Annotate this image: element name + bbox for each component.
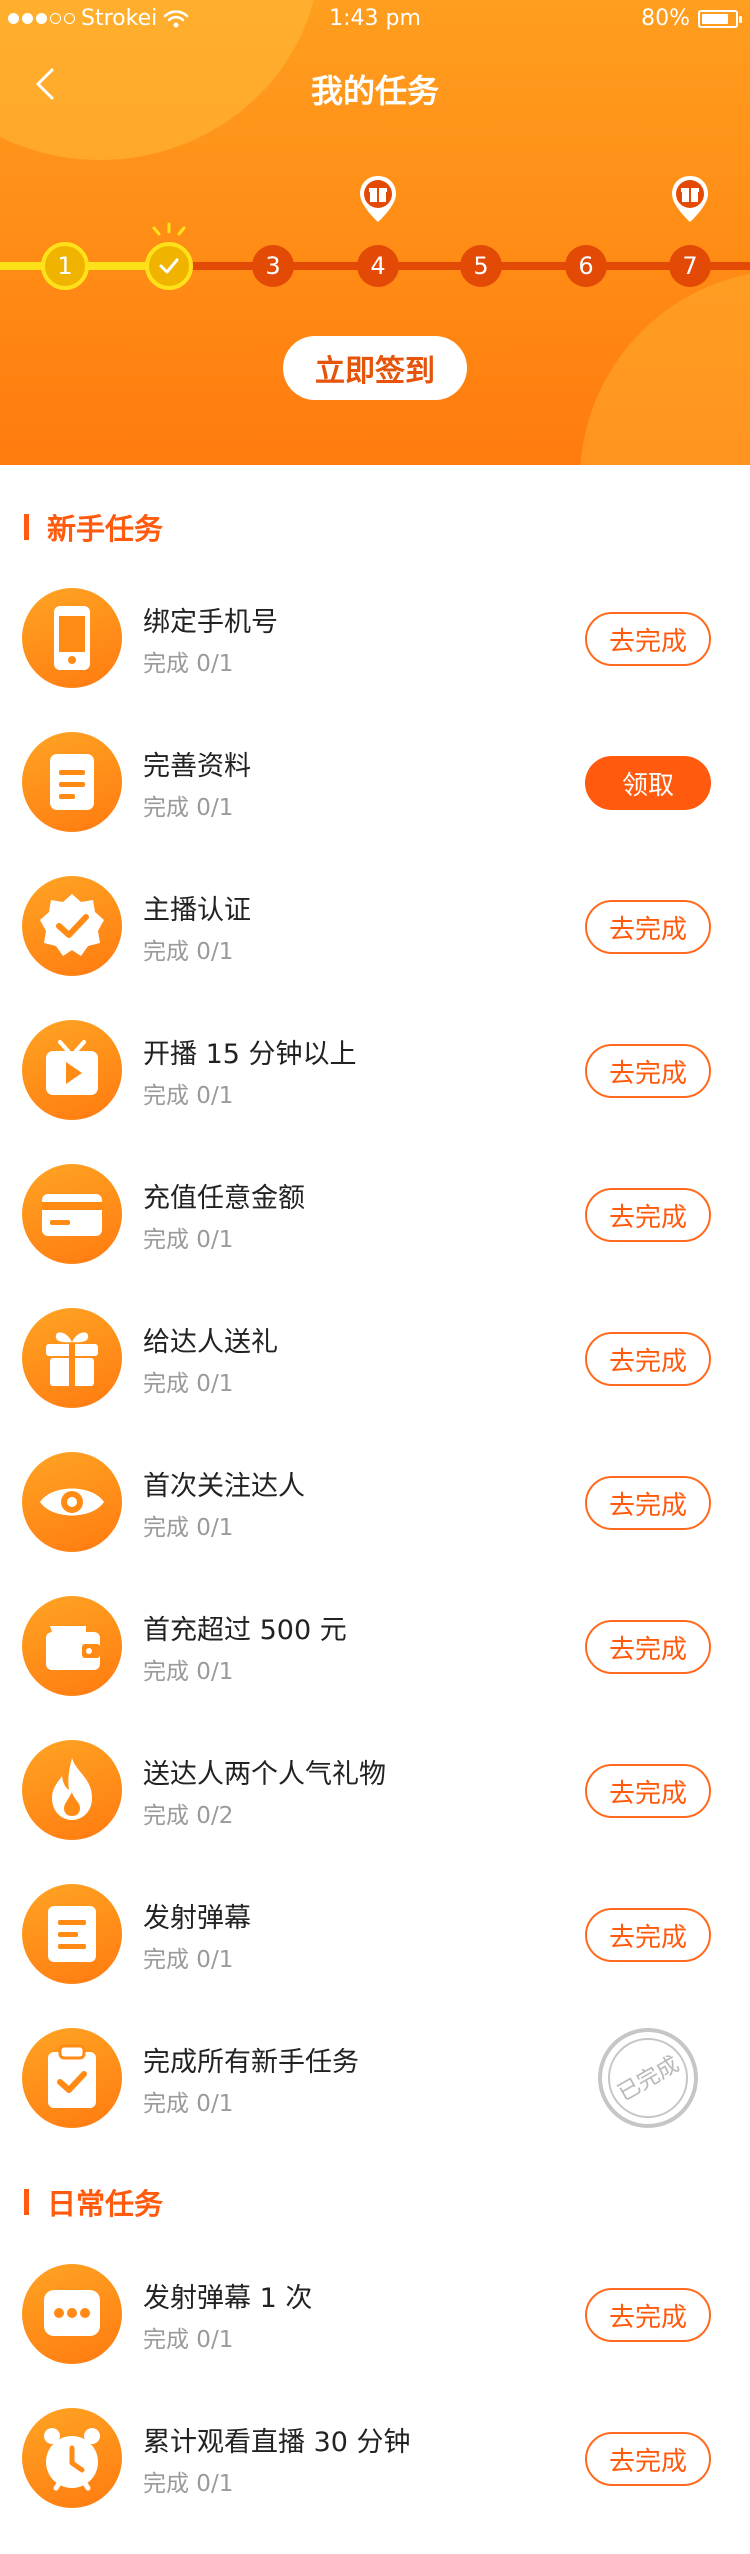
go-complete-button[interactable]: 去完成	[585, 1332, 711, 1386]
progress-step-6: 6	[565, 245, 607, 287]
go-complete-button[interactable]: 去完成	[585, 2288, 711, 2342]
completed-stamp-text: 已完成	[614, 2052, 684, 2107]
task-title: 绑定手机号	[143, 607, 278, 638]
task-row: 首次关注达人 完成 0/1 去完成	[0, 1430, 750, 1574]
completed-stamp: 已完成	[598, 2028, 698, 2128]
page-title: 我的任务	[310, 72, 439, 110]
task-title: 首充超过 500 元	[143, 1615, 347, 1646]
task-row: 发射弹幕 1 次 完成 0/1 去完成	[0, 2242, 750, 2386]
task-title: 开播 15 分钟以上	[143, 1039, 357, 1070]
progress-step-5: 5	[460, 245, 502, 287]
task-row: 送达人两个人气礼物 完成 0/2 去完成	[0, 1718, 750, 1862]
go-complete-button[interactable]: 去完成	[585, 1620, 711, 1674]
task-progress: 完成 0/1	[143, 1659, 234, 1685]
task-title: 送达人两个人气礼物	[143, 1759, 386, 1790]
task-progress: 完成 0/1	[143, 2327, 234, 2353]
claim-button[interactable]: 领取	[585, 756, 711, 810]
task-title: 发射弹幕	[143, 1903, 251, 1934]
go-complete-button[interactable]: 去完成	[585, 1476, 711, 1530]
card-icon	[22, 1164, 122, 1264]
task-progress: 完成 0/1	[143, 1515, 234, 1541]
progress-step-2	[145, 242, 193, 290]
check-icon	[159, 258, 179, 274]
task-title: 发射弹幕 1 次	[143, 2283, 313, 2314]
task-row: 开播 15 分钟以上 完成 0/1 去完成	[0, 998, 750, 1142]
go-complete-button[interactable]: 去完成	[585, 612, 711, 666]
task-row: 主播认证 完成 0/1 去完成	[0, 854, 750, 998]
status-bar: Strokei 1:43 pm 80%	[0, 0, 750, 40]
go-complete-button[interactable]: 去完成	[585, 1044, 711, 1098]
gift-pin-icon	[672, 176, 708, 222]
task-title: 完善资料	[143, 751, 251, 782]
status-time: 1:43 pm	[329, 6, 421, 31]
task-title: 充值任意金额	[143, 1183, 305, 1214]
task-title: 完成所有新手任务	[143, 2047, 359, 2078]
checkin-button[interactable]: 立即签到	[283, 336, 467, 400]
task-progress: 完成 0/1	[143, 651, 234, 677]
progress-step-4: 4	[357, 245, 399, 287]
eye-icon	[22, 1452, 122, 1552]
task-row: 发射弹幕 完成 0/1 去完成	[0, 1862, 750, 2006]
task-row: 完成所有新手任务 完成 0/1 已完成	[0, 2006, 750, 2150]
task-progress: 完成 0/1	[143, 1083, 234, 1109]
battery-percent: 80%	[641, 6, 690, 31]
gift-icon	[22, 1308, 122, 1408]
header: Strokei 1:43 pm 80% 我的任务 1 3 4 5 6 7 立即签…	[0, 0, 750, 465]
badge-check-icon	[22, 876, 122, 976]
task-row: 充值任意金额 完成 0/1 去完成	[0, 1142, 750, 1286]
progress-step-3: 3	[252, 245, 294, 287]
progress-step-7: 7	[669, 245, 711, 287]
task-title: 首次关注达人	[143, 1471, 305, 1502]
task-row: 绑定手机号 完成 0/1 去完成	[0, 566, 750, 710]
tv-play-icon	[22, 1020, 122, 1120]
clipboard-check-icon	[22, 2028, 122, 2128]
go-complete-button[interactable]: 去完成	[585, 1188, 711, 1242]
task-progress: 完成 0/2	[143, 1803, 234, 1829]
task-row: 完善资料 完成 0/1 领取	[0, 710, 750, 854]
sparkle-icon	[152, 222, 186, 236]
task-title: 主播认证	[143, 895, 251, 926]
progress-step-1: 1	[41, 242, 89, 290]
wallet-icon	[22, 1596, 122, 1696]
document-icon	[22, 732, 122, 832]
task-progress: 完成 0/1	[143, 1227, 234, 1253]
task-progress: 完成 0/1	[143, 2471, 234, 2497]
fire-icon	[22, 1740, 122, 1840]
task-row: 首充超过 500 元 完成 0/1 去完成	[0, 1574, 750, 1718]
task-row: 累计观看直播 30 分钟 完成 0/1 去完成	[0, 2386, 750, 2530]
task-progress: 完成 0/1	[143, 2091, 234, 2117]
task-progress: 完成 0/1	[143, 939, 234, 965]
go-complete-button[interactable]: 去完成	[585, 1764, 711, 1818]
task-row: 给达人送礼 完成 0/1 去完成	[0, 1286, 750, 1430]
go-complete-button[interactable]: 去完成	[585, 1908, 711, 1962]
alarm-clock-icon	[22, 2408, 122, 2508]
task-title: 给达人送礼	[143, 1327, 278, 1358]
gift-pin-icon	[360, 176, 396, 222]
task-progress: 完成 0/1	[143, 1947, 234, 1973]
go-complete-button[interactable]: 去完成	[585, 900, 711, 954]
section-title-newbie: 新手任务	[24, 509, 163, 546]
battery-icon	[698, 9, 742, 28]
list-icon	[22, 1884, 122, 1984]
nav-bar: 我的任务	[0, 40, 750, 130]
task-progress: 完成 0/1	[143, 795, 234, 821]
task-progress: 完成 0/1	[143, 1371, 234, 1397]
go-complete-button[interactable]: 去完成	[585, 2432, 711, 2486]
chat-dots-icon	[22, 2264, 122, 2364]
section-title-daily: 日常任务	[24, 2184, 163, 2221]
phone-icon	[22, 588, 122, 688]
task-title: 累计观看直播 30 分钟	[143, 2427, 411, 2458]
